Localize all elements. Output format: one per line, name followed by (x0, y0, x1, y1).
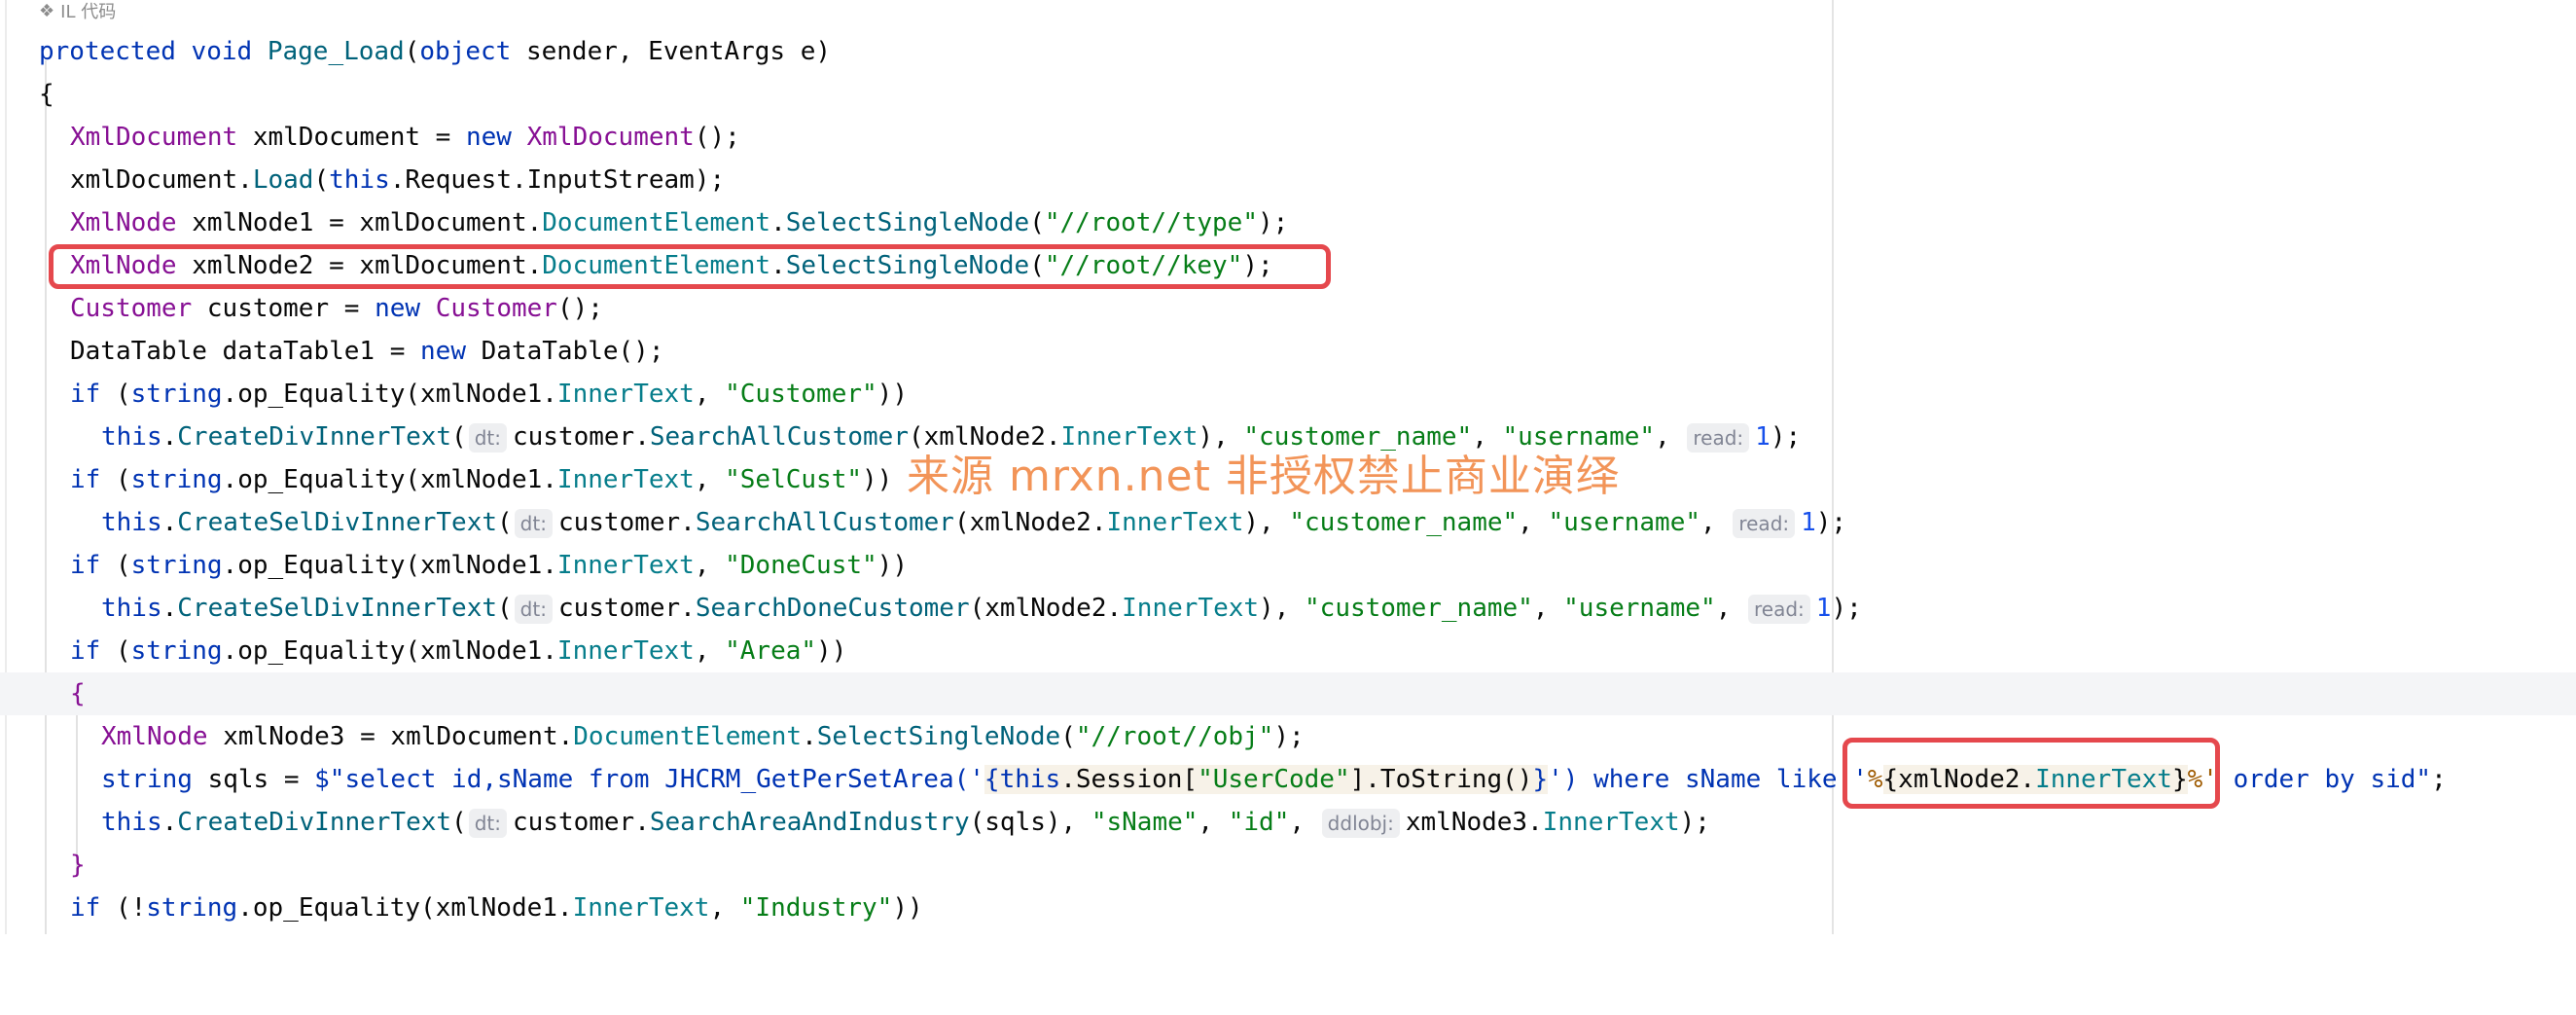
parameter-hint: read: (1748, 594, 1810, 624)
highlight-box-injection (1843, 738, 2220, 809)
watermark: 来源 mrxn.net 非授权禁止商业演绎 (907, 452, 1620, 501)
il-icon: ❖ (39, 0, 55, 21)
parameter-hint: read: (1733, 508, 1796, 538)
il-code-header: ❖ IL 代码 (39, 0, 117, 23)
header-label: IL 代码 (60, 2, 117, 22)
code-line: if (!string.op_Equality(xmlNode1.InnerTe… (70, 893, 923, 923)
code-line: Customer customer = new Customer(); (70, 294, 603, 323)
parameter-hint: ddlobj: (1321, 808, 1400, 838)
code-line: XmlDocument xmlDocument = new XmlDocumen… (70, 123, 740, 152)
code-line: protected void Page_Load(object sender, … (39, 37, 832, 66)
parameter-hint: dt: (468, 808, 507, 838)
parameter-hint: dt: (514, 594, 553, 624)
parameter-hint: dt: (468, 422, 507, 453)
code-line-current: { (0, 672, 2576, 715)
highlight-box-key-line (49, 244, 1331, 289)
code-line: } (70, 851, 86, 880)
code-line: if (string.op_Equality(xmlNode1.InnerTex… (70, 636, 847, 666)
code-line: { (39, 80, 54, 109)
code-line: this.CreateSelDivInnerText(dt: customer.S… (101, 594, 1862, 624)
parameter-hint: read: (1687, 422, 1750, 453)
parameter-hint: dt: (514, 508, 553, 538)
code-line: if (string.op_Equality(xmlNode1.InnerTex… (70, 551, 908, 580)
code-line: this.CreateSelDivInnerText(dt: customer.S… (101, 508, 1847, 538)
code-line: XmlNode xmlNode1 = xmlDocument.DocumentE… (70, 208, 1289, 237)
code-line: xmlDocument.Load(this.Request.InputStrea… (70, 165, 726, 195)
code-line: if (string.op_Equality(xmlNode1.InnerTex… (70, 380, 908, 409)
code-line: DataTable dataTable1 = new DataTable(); (70, 337, 664, 366)
